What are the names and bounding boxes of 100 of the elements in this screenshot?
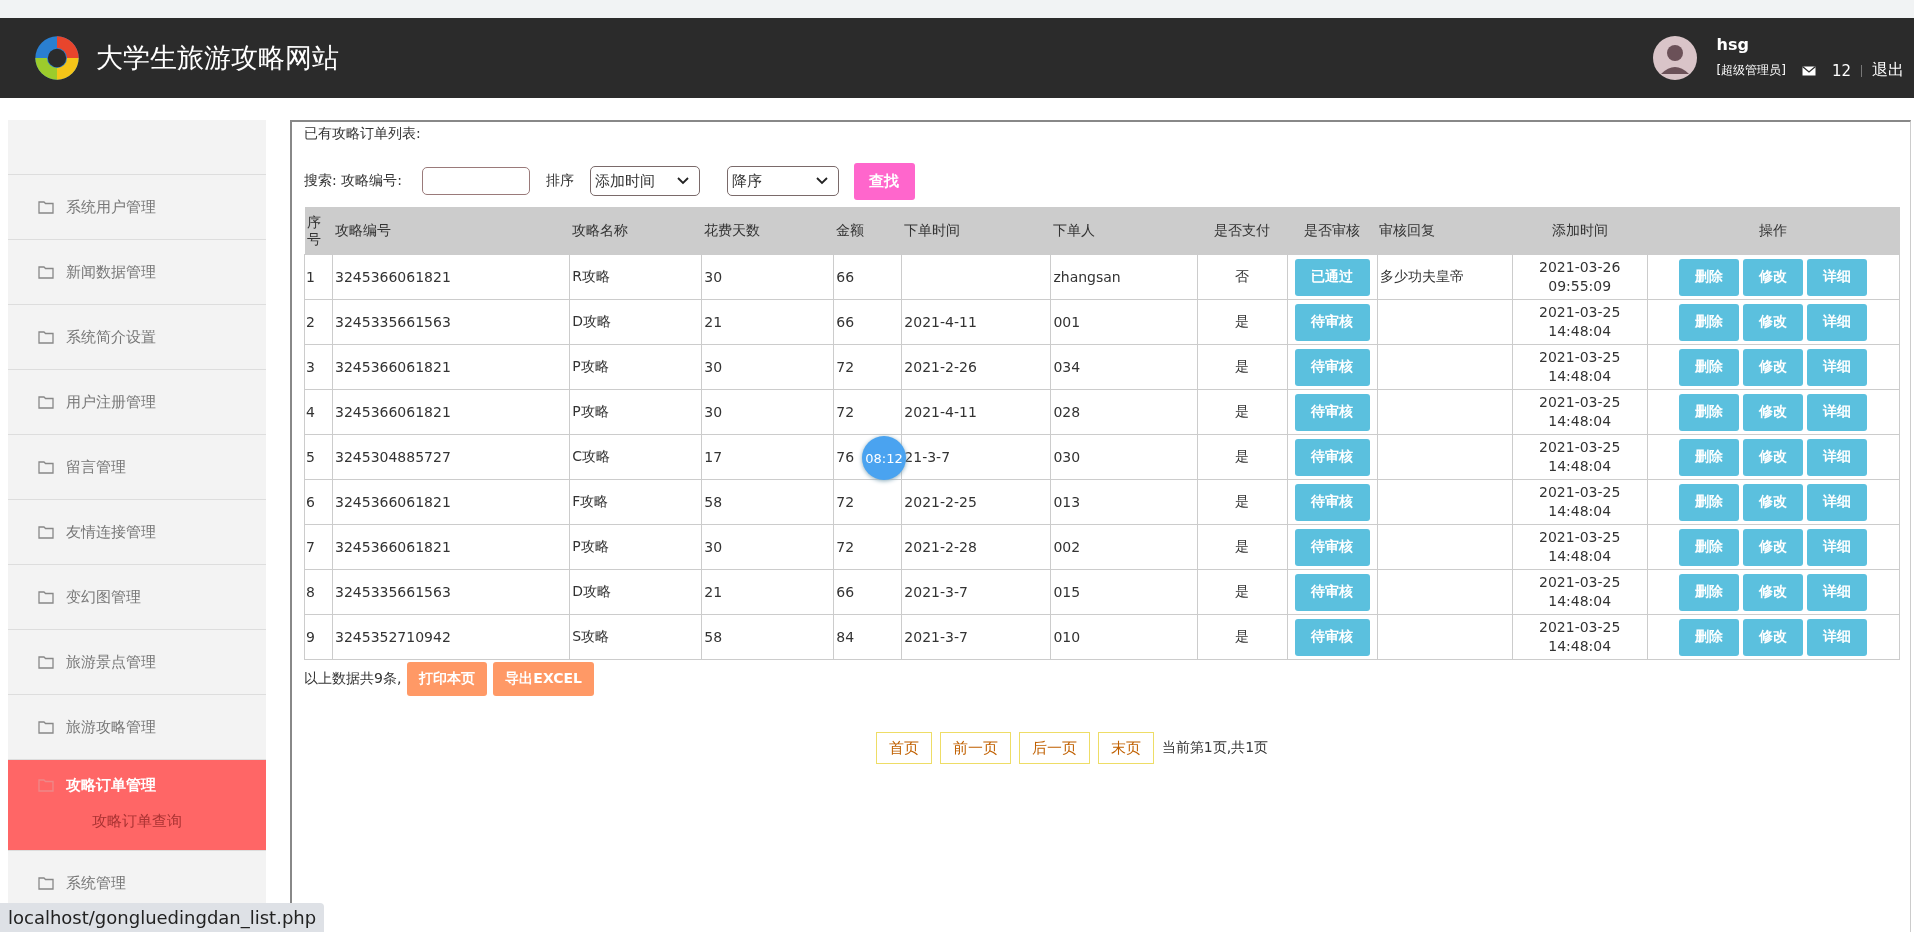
table-cell: 3245366061821 bbox=[332, 389, 570, 435]
table-cell: 3245304885727 bbox=[332, 434, 570, 480]
table-cell: 030 bbox=[1050, 434, 1197, 480]
action-button[interactable]: 详细 bbox=[1807, 303, 1868, 341]
table-cell: 21 bbox=[701, 299, 834, 345]
review-button[interactable]: 待审核 bbox=[1294, 483, 1370, 521]
sort-label: 排序 bbox=[545, 172, 574, 190]
action-button[interactable]: 删除 bbox=[1679, 618, 1740, 656]
table-cell: 6 bbox=[304, 479, 333, 525]
action-button[interactable]: 修改 bbox=[1743, 483, 1804, 521]
logout-link[interactable]: 退出 bbox=[1872, 60, 1904, 81]
message-count[interactable]: 12 bbox=[1831, 61, 1851, 80]
action-button[interactable]: 删除 bbox=[1679, 528, 1740, 566]
action-button[interactable]: 修改 bbox=[1743, 258, 1804, 296]
page-button[interactable]: 前一页 bbox=[939, 732, 1011, 764]
table-cell: P攻略 bbox=[569, 389, 702, 435]
table-cell: 9 bbox=[304, 614, 333, 660]
review-button[interactable]: 待审核 bbox=[1294, 438, 1370, 476]
action-button[interactable]: 删除 bbox=[1679, 258, 1740, 296]
table-cell: 2021-2-26 bbox=[901, 344, 1051, 390]
sidebar-item[interactable]: 用户注册管理 bbox=[8, 370, 266, 435]
action-button[interactable]: 详细 bbox=[1807, 258, 1868, 296]
page-button[interactable]: 后一页 bbox=[1018, 732, 1090, 764]
site-title: 大学生旅游攻略网站 bbox=[96, 41, 339, 75]
mail-icon[interactable] bbox=[1801, 65, 1816, 76]
review-button[interactable]: 待审核 bbox=[1294, 573, 1370, 611]
action-button[interactable]: 删除 bbox=[1679, 303, 1740, 341]
page-button[interactable]: 末页 bbox=[1097, 732, 1154, 764]
user-role: [超级管理员] bbox=[1716, 62, 1786, 79]
sidebar-item[interactable]: 旅游景点管理 bbox=[8, 630, 266, 695]
submenu-item[interactable]: 攻略订单查询 bbox=[8, 806, 266, 850]
folder-icon bbox=[38, 778, 54, 792]
action-button[interactable]: 详细 bbox=[1807, 393, 1868, 431]
review-button[interactable]: 待审核 bbox=[1294, 393, 1370, 431]
table-cell: 21 bbox=[701, 569, 834, 615]
review-button[interactable]: 待审核 bbox=[1294, 348, 1370, 386]
sort-order-select[interactable]: 降序 bbox=[726, 166, 839, 196]
column-header: 攻略编号 bbox=[332, 207, 570, 255]
export-button[interactable]: 导出EXCEL bbox=[493, 662, 594, 696]
table-cell: 30 bbox=[701, 389, 834, 435]
action-button[interactable]: 详细 bbox=[1807, 438, 1868, 476]
table-cell: 2021-03-25 14:48:04 bbox=[1512, 614, 1648, 660]
sidebar-item[interactable]: 新闻数据管理 bbox=[8, 240, 266, 305]
action-button[interactable]: 删除 bbox=[1679, 348, 1740, 386]
column-header: 花费天数 bbox=[701, 207, 834, 255]
review-button[interactable]: 待审核 bbox=[1294, 528, 1370, 566]
sidebar-item[interactable]: 留言管理 bbox=[8, 435, 266, 500]
action-button[interactable]: 修改 bbox=[1743, 438, 1804, 476]
sidebar-item[interactable]: 攻略订单管理 攻略订单查询 bbox=[8, 760, 266, 851]
action-button[interactable]: 删除 bbox=[1679, 438, 1740, 476]
table-cell: C攻略 bbox=[569, 434, 702, 480]
column-header: 审核回复 bbox=[1377, 207, 1513, 255]
action-button[interactable]: 详细 bbox=[1807, 528, 1868, 566]
table-cell: 2021-03-25 14:48:04 bbox=[1512, 299, 1648, 345]
table-cell: 013 bbox=[1050, 479, 1197, 525]
page-info: 当前第1页,共1页 bbox=[1161, 739, 1269, 757]
action-button[interactable]: 删除 bbox=[1679, 393, 1740, 431]
table-cell: 4 bbox=[304, 389, 333, 435]
table-cell: F攻略 bbox=[569, 479, 702, 525]
action-button[interactable]: 修改 bbox=[1743, 393, 1804, 431]
sidebar-item[interactable]: 系统用户管理 bbox=[8, 175, 266, 240]
action-button[interactable]: 详细 bbox=[1807, 348, 1868, 386]
table-cell: 30 bbox=[701, 254, 834, 300]
column-header: 操作 bbox=[1647, 207, 1900, 255]
review-button[interactable]: 已通过 bbox=[1294, 258, 1370, 296]
sidebar-item[interactable]: 友情连接管理 bbox=[8, 500, 266, 565]
action-button[interactable]: 修改 bbox=[1743, 303, 1804, 341]
page-title: 已有攻略订单列表: bbox=[304, 125, 422, 143]
sidebar-item[interactable]: 系统简介设置 bbox=[8, 305, 266, 370]
action-button[interactable]: 删除 bbox=[1679, 483, 1740, 521]
folder-icon bbox=[38, 655, 54, 669]
table-cell: 否 bbox=[1197, 254, 1288, 300]
column-header: 下单人 bbox=[1050, 207, 1197, 255]
action-button[interactable]: 详细 bbox=[1807, 618, 1868, 656]
action-button[interactable]: 修改 bbox=[1743, 618, 1804, 656]
column-header: 是否审核 bbox=[1287, 207, 1378, 255]
review-button[interactable]: 待审核 bbox=[1294, 303, 1370, 341]
code-input[interactable] bbox=[421, 167, 530, 195]
action-button[interactable]: 修改 bbox=[1743, 573, 1804, 611]
export-button[interactable]: 打印本页 bbox=[407, 662, 488, 696]
table-cell: 58 bbox=[701, 479, 834, 525]
folder-icon bbox=[38, 460, 54, 474]
table-cell: 3245352710942 bbox=[332, 614, 570, 660]
table-cell: 3245366061821 bbox=[332, 344, 570, 390]
action-button[interactable]: 详细 bbox=[1807, 573, 1868, 611]
sort-field-select[interactable]: 添加时间 bbox=[589, 166, 700, 196]
table-cell: D攻略 bbox=[569, 299, 702, 345]
action-button[interactable]: 修改 bbox=[1743, 528, 1804, 566]
table-cell: S攻略 bbox=[569, 614, 702, 660]
review-button[interactable]: 待审核 bbox=[1294, 618, 1370, 656]
search-button[interactable]: 查找 bbox=[853, 162, 915, 200]
table-cell: P攻略 bbox=[569, 524, 702, 570]
sidebar-item[interactable]: 变幻图管理 bbox=[8, 565, 266, 630]
action-button[interactable]: 删除 bbox=[1679, 573, 1740, 611]
page-button[interactable]: 首页 bbox=[875, 732, 932, 764]
table-cell: 是 bbox=[1197, 389, 1288, 435]
action-button[interactable]: 修改 bbox=[1743, 348, 1804, 386]
table-cell: 002 bbox=[1050, 524, 1197, 570]
table-cell: 010 bbox=[1050, 614, 1197, 660]
action-button[interactable]: 详细 bbox=[1807, 483, 1868, 521]
